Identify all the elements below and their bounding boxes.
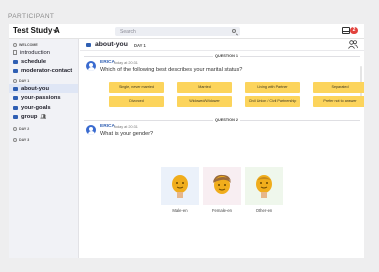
option-button[interactable]: Living with Partner <box>245 82 300 93</box>
channel-icon <box>13 59 18 64</box>
sidebar-item-schedule[interactable]: schedule <box>13 57 79 66</box>
collapse-circle-icon <box>13 43 17 47</box>
notification-badge[interactable]: 2 <box>350 27 358 34</box>
study-app-window: Test Study A Search 2 WELCOME introducti… <box>9 24 364 258</box>
gender-label-male: Male-en <box>172 208 188 213</box>
sidebar-item-your-passions[interactable]: your-passions <box>13 93 79 102</box>
collapse-circle-icon <box>13 138 17 142</box>
option-button[interactable]: Separated <box>313 82 364 93</box>
gender-label-other: Other-en <box>255 208 273 213</box>
channel-title: about-you <box>95 41 128 48</box>
avatar <box>86 61 96 71</box>
participants-icon[interactable] <box>348 40 358 49</box>
section-heading-welcome[interactable]: WELCOME <box>13 43 38 47</box>
channel-icon <box>13 86 18 91</box>
divider-label: QUESTION 2 <box>213 117 240 122</box>
sidebar-item-group[interactable]: group 👥︎ <box>13 112 79 121</box>
search-placeholder: Search <box>120 28 136 35</box>
collapse-circle-icon <box>13 79 17 83</box>
option-button[interactable]: Prefer not to answer <box>313 96 364 107</box>
message-timestamp: Today at 20:31 <box>113 125 138 129</box>
collapse-circle-icon <box>13 127 17 131</box>
channel-icon <box>86 43 91 47</box>
question-text: What is your gender? <box>100 131 154 137</box>
sidebar-item-moderator-contact[interactable]: moderator-contact <box>13 66 79 75</box>
sidebar-item-about-you[interactable]: about-you <box>9 84 78 93</box>
avatar <box>86 125 96 135</box>
gender-label-female: Female-en <box>211 208 232 213</box>
option-button[interactable]: Married <box>177 82 232 93</box>
sidebar-item-introduction[interactable]: introduction <box>13 48 79 57</box>
option-button[interactable]: Civil Union / Civil Partnership <box>245 96 300 107</box>
gender-choice-female[interactable] <box>203 167 241 205</box>
channel-icon <box>13 95 18 100</box>
female-face-icon <box>213 174 231 194</box>
option-button[interactable]: Widowed/Widower <box>177 96 232 107</box>
question-text: Which of the following best describes yo… <box>100 67 243 73</box>
sidebar-item-your-goals[interactable]: your-goals <box>13 103 79 112</box>
question-divider: QUESTION 1 <box>80 53 364 59</box>
document-icon <box>13 50 17 55</box>
search-input[interactable]: Search <box>115 27 240 36</box>
inbox-icon[interactable] <box>342 27 350 34</box>
group-icon: 👥︎ <box>40 113 47 119</box>
male-face-icon <box>172 175 188 198</box>
section-heading-day-3[interactable]: DAY 3 <box>13 138 29 142</box>
message-timestamp: Today at 20:31 <box>113 61 138 65</box>
channel-icon <box>13 68 18 73</box>
channel-day: DAY 1 <box>134 43 146 48</box>
other-face-icon <box>256 175 272 198</box>
section-heading-day-2[interactable]: DAY 2 <box>13 127 29 131</box>
gender-choice-other[interactable] <box>245 167 283 205</box>
top-bar: Test Study A Search 2 <box>9 24 364 39</box>
gender-choice-male[interactable] <box>161 167 199 205</box>
channel-icon <box>13 114 18 119</box>
channel-icon <box>13 105 18 110</box>
section-heading-day-1[interactable]: DAY 1 <box>13 79 29 83</box>
search-icon <box>232 29 236 33</box>
question-divider: QUESTION 2 <box>80 117 364 123</box>
option-button[interactable]: Divorced <box>109 96 164 107</box>
option-button[interactable]: Single, never married <box>109 82 164 93</box>
divider-label: QUESTION 1 <box>213 53 240 58</box>
sidebar: WELCOME introduction schedule moderator-… <box>9 39 79 258</box>
participant-label: PARTICIPANT <box>8 13 55 20</box>
channel-header: about-you DAY 1 <box>80 39 364 51</box>
